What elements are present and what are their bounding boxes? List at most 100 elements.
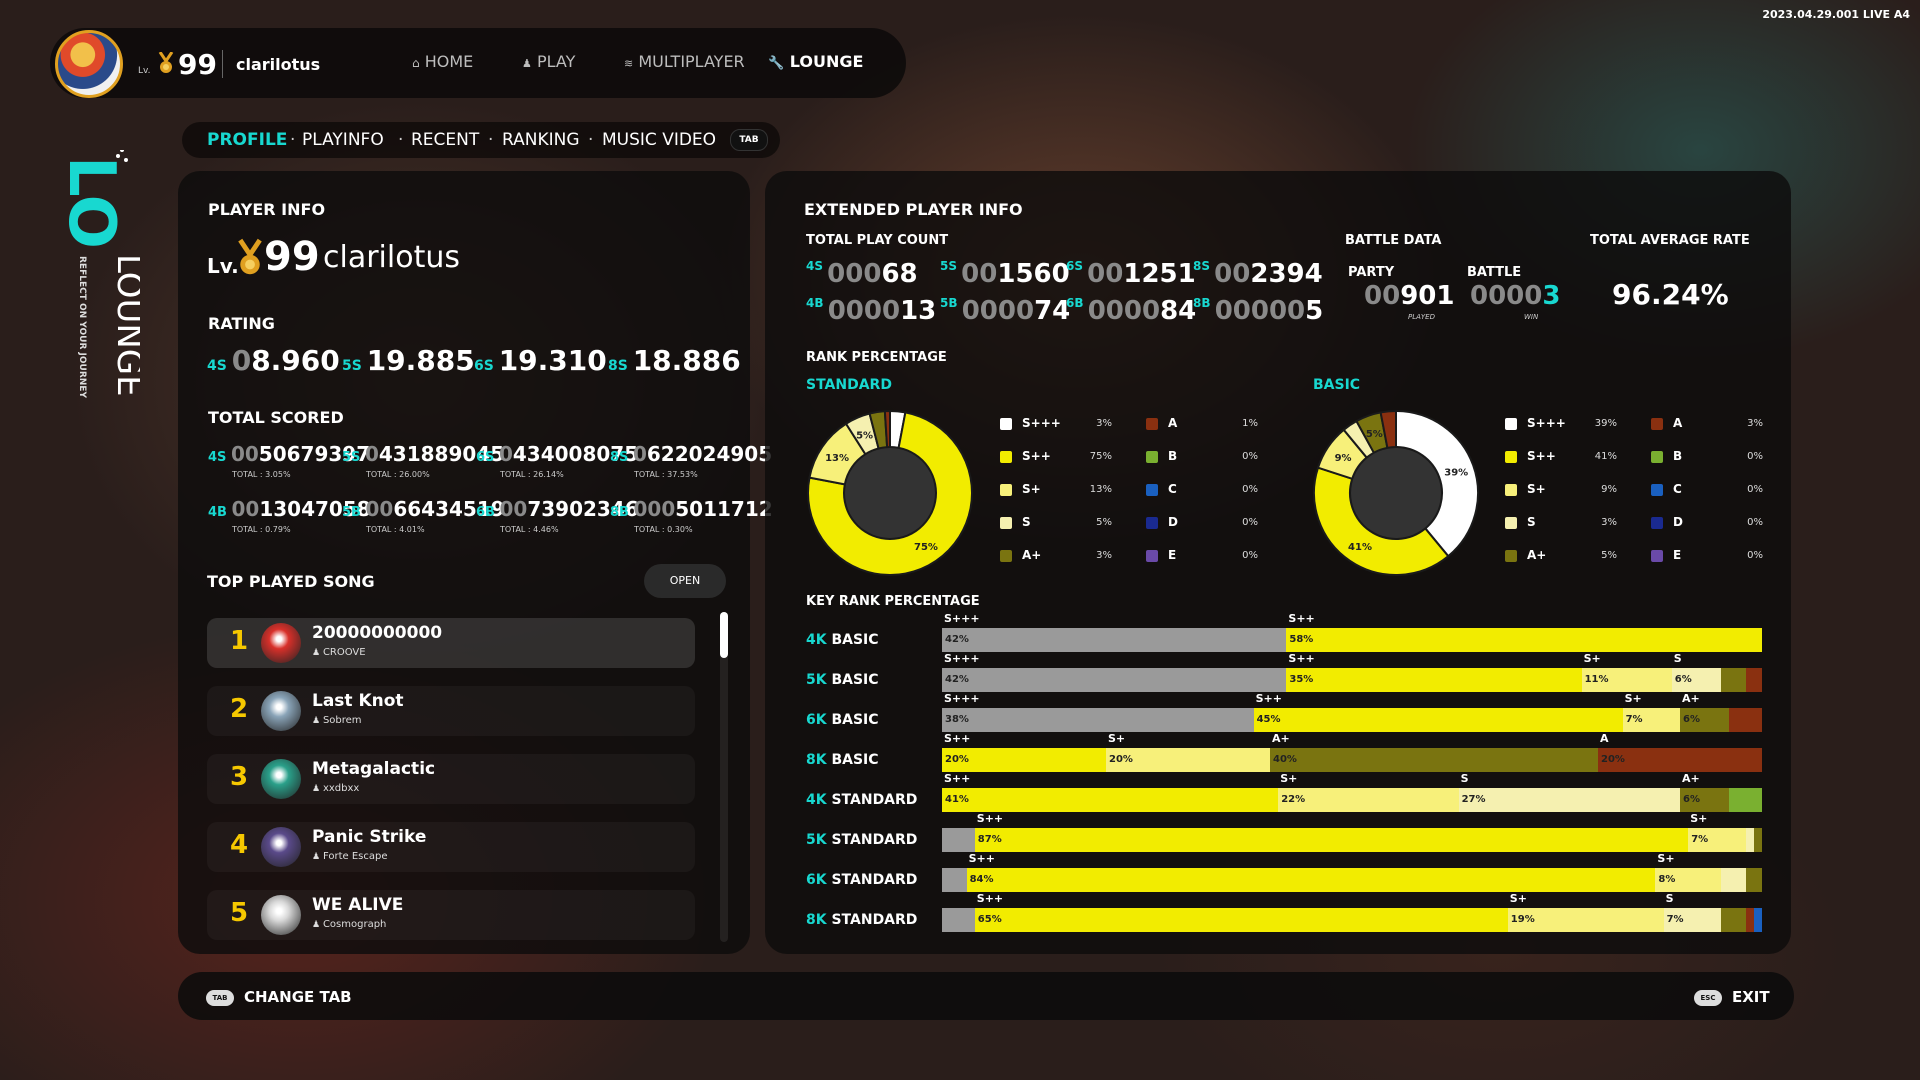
play-count-num: 74 — [1034, 296, 1071, 326]
person-icon: ♟ — [312, 852, 323, 862]
person-icon: ♟ — [312, 648, 323, 658]
party-value: 00901 — [1364, 281, 1455, 311]
tab-ranking[interactable]: RANKING — [502, 130, 580, 150]
rating-value: 18.886 — [633, 344, 741, 377]
nav-multiplayer[interactable]: ≋ MULTIPLAYER — [624, 52, 745, 71]
legend-swatch — [1651, 484, 1663, 496]
nav-home[interactable]: ⌂ HOME — [412, 52, 473, 71]
bar-segment — [1286, 628, 1762, 652]
donut-slice-label: 9% — [1335, 453, 1352, 464]
legend-swatch — [1651, 418, 1663, 430]
play-count-num: 13 — [900, 296, 937, 326]
song-artist: ♟ Cosmograph — [312, 919, 386, 930]
play-count-item: 8B 000005 — [1193, 296, 1323, 326]
open-button[interactable]: OPEN — [644, 564, 726, 598]
legend-label: S+ — [1527, 482, 1546, 496]
legend-percent: 0% — [1242, 517, 1258, 528]
play-count-dim: 000 — [827, 259, 882, 289]
legend-label: E — [1673, 548, 1682, 562]
tab-music-video[interactable]: MUSIC VIDEO — [602, 130, 716, 150]
bar-segment — [942, 828, 975, 852]
bar-segment — [1253, 708, 1623, 732]
tab-key-icon: TAB — [206, 990, 234, 1006]
rating-key: 8S — [608, 358, 633, 374]
scored-dim: 000 — [633, 497, 676, 521]
scored-key: 5B — [342, 505, 366, 520]
play-count-num: 1251 — [1123, 259, 1196, 289]
legend-percent: 3% — [1096, 418, 1112, 429]
nav-lounge[interactable]: 🔧 LOUNGE — [768, 52, 863, 71]
bar-segment — [942, 628, 1287, 652]
song-artist-name: Cosmograph — [322, 919, 387, 930]
song-jacket — [261, 827, 301, 867]
player-avatar[interactable] — [55, 30, 123, 98]
tab-profile[interactable]: PROFILE — [207, 130, 287, 150]
side-title-word: LOUNGE — [109, 254, 140, 397]
bottom-bar — [178, 972, 1794, 1020]
bar-segment-label: 40% — [1273, 754, 1297, 765]
rating-value: 08.960 — [232, 344, 340, 377]
scrollbar-thumb[interactable] — [720, 612, 728, 658]
play-count-num: 84 — [1160, 296, 1197, 326]
legend-percent: 0% — [1747, 484, 1763, 495]
key-rank-mode: BASIC — [826, 672, 879, 688]
scored-key: 5S — [342, 450, 365, 465]
bar-rank-label: S++ — [944, 772, 971, 785]
bar-segment — [1745, 828, 1754, 852]
nav-play[interactable]: ♟ PLAY — [522, 52, 575, 71]
scored-dim: 0 — [632, 442, 647, 466]
donut-slice-label: 75% — [914, 542, 938, 553]
song-jacket — [261, 623, 301, 663]
legend-percent: 1% — [1242, 418, 1258, 429]
tab-recent[interactable]: RECENT — [411, 130, 479, 150]
song-title: Last Knot — [312, 691, 404, 711]
legend-swatch — [1146, 517, 1158, 529]
scored-dim: 00 — [231, 497, 260, 521]
bar-rank-label: S — [1665, 892, 1674, 905]
key-rank-mode: BASIC — [826, 632, 879, 648]
key-rank-row-label: 5K BASIC — [806, 672, 879, 688]
standard-donut-chart: 75% 13% 5% — [807, 409, 973, 576]
scored-item: 8S 0622024905 — [610, 442, 772, 466]
bar-rank-label: S+ — [1583, 652, 1601, 665]
bar-segment — [974, 908, 1508, 932]
exit-button[interactable]: EXIT — [1732, 988, 1770, 1006]
player-level: 99 — [264, 234, 320, 280]
nav-play-label: PLAY — [536, 52, 576, 71]
scored-key: 6S — [476, 450, 499, 465]
person-icon: ♟ — [522, 57, 532, 70]
song-artist: ♟ xxdbxx — [312, 783, 359, 794]
song-title: WE ALIVE — [312, 895, 404, 915]
legend-percent: 3% — [1601, 517, 1617, 528]
change-tab-button[interactable]: CHANGE TAB — [244, 988, 352, 1006]
key-rank-bar: 38% S+++ 45% S++ 7% S+ 6% A+ — [942, 692, 1762, 732]
avg-rate-value: 96.24% — [1612, 278, 1729, 311]
song-rank: 1 — [230, 626, 249, 656]
legend-label: D — [1673, 515, 1683, 529]
scored-total: TOTAL : 0.30% — [634, 525, 693, 534]
legend-swatch — [1000, 418, 1012, 430]
bar-segment-label: 19% — [1510, 914, 1535, 925]
scored-dim: 00 — [365, 497, 394, 521]
battle-label: BATTLE — [1467, 265, 1522, 280]
donut-slice-label: 5% — [856, 430, 873, 441]
play-count-value: 000005 — [1215, 296, 1324, 326]
key-rank-bar: 84% S++ 8% S+ — [942, 852, 1762, 892]
bar-segment — [1729, 788, 1762, 812]
scored-dim: 0 — [364, 442, 379, 466]
play-count-dim: 00 — [1214, 259, 1251, 289]
scored-item: 8B 0005011712 — [610, 497, 773, 521]
key-rank-mode: STANDARD — [826, 832, 918, 848]
bar-segment — [1270, 748, 1598, 772]
play-count-value: 001560 — [961, 259, 1070, 289]
legend-label: S++ — [1527, 449, 1556, 463]
song-list-scrollbar[interactable] — [720, 612, 728, 942]
tab-separator: · — [488, 130, 494, 150]
tab-playinfo[interactable]: PLAYINFO — [302, 130, 384, 150]
song-jacket — [261, 895, 301, 935]
scored-num: 622024905 — [646, 442, 773, 466]
play-count-item: 5S 001560 — [940, 259, 1070, 289]
legend-swatch — [1000, 517, 1012, 529]
wrench-icon: 🔧 — [768, 56, 785, 71]
song-title: Metagalactic — [312, 759, 436, 779]
